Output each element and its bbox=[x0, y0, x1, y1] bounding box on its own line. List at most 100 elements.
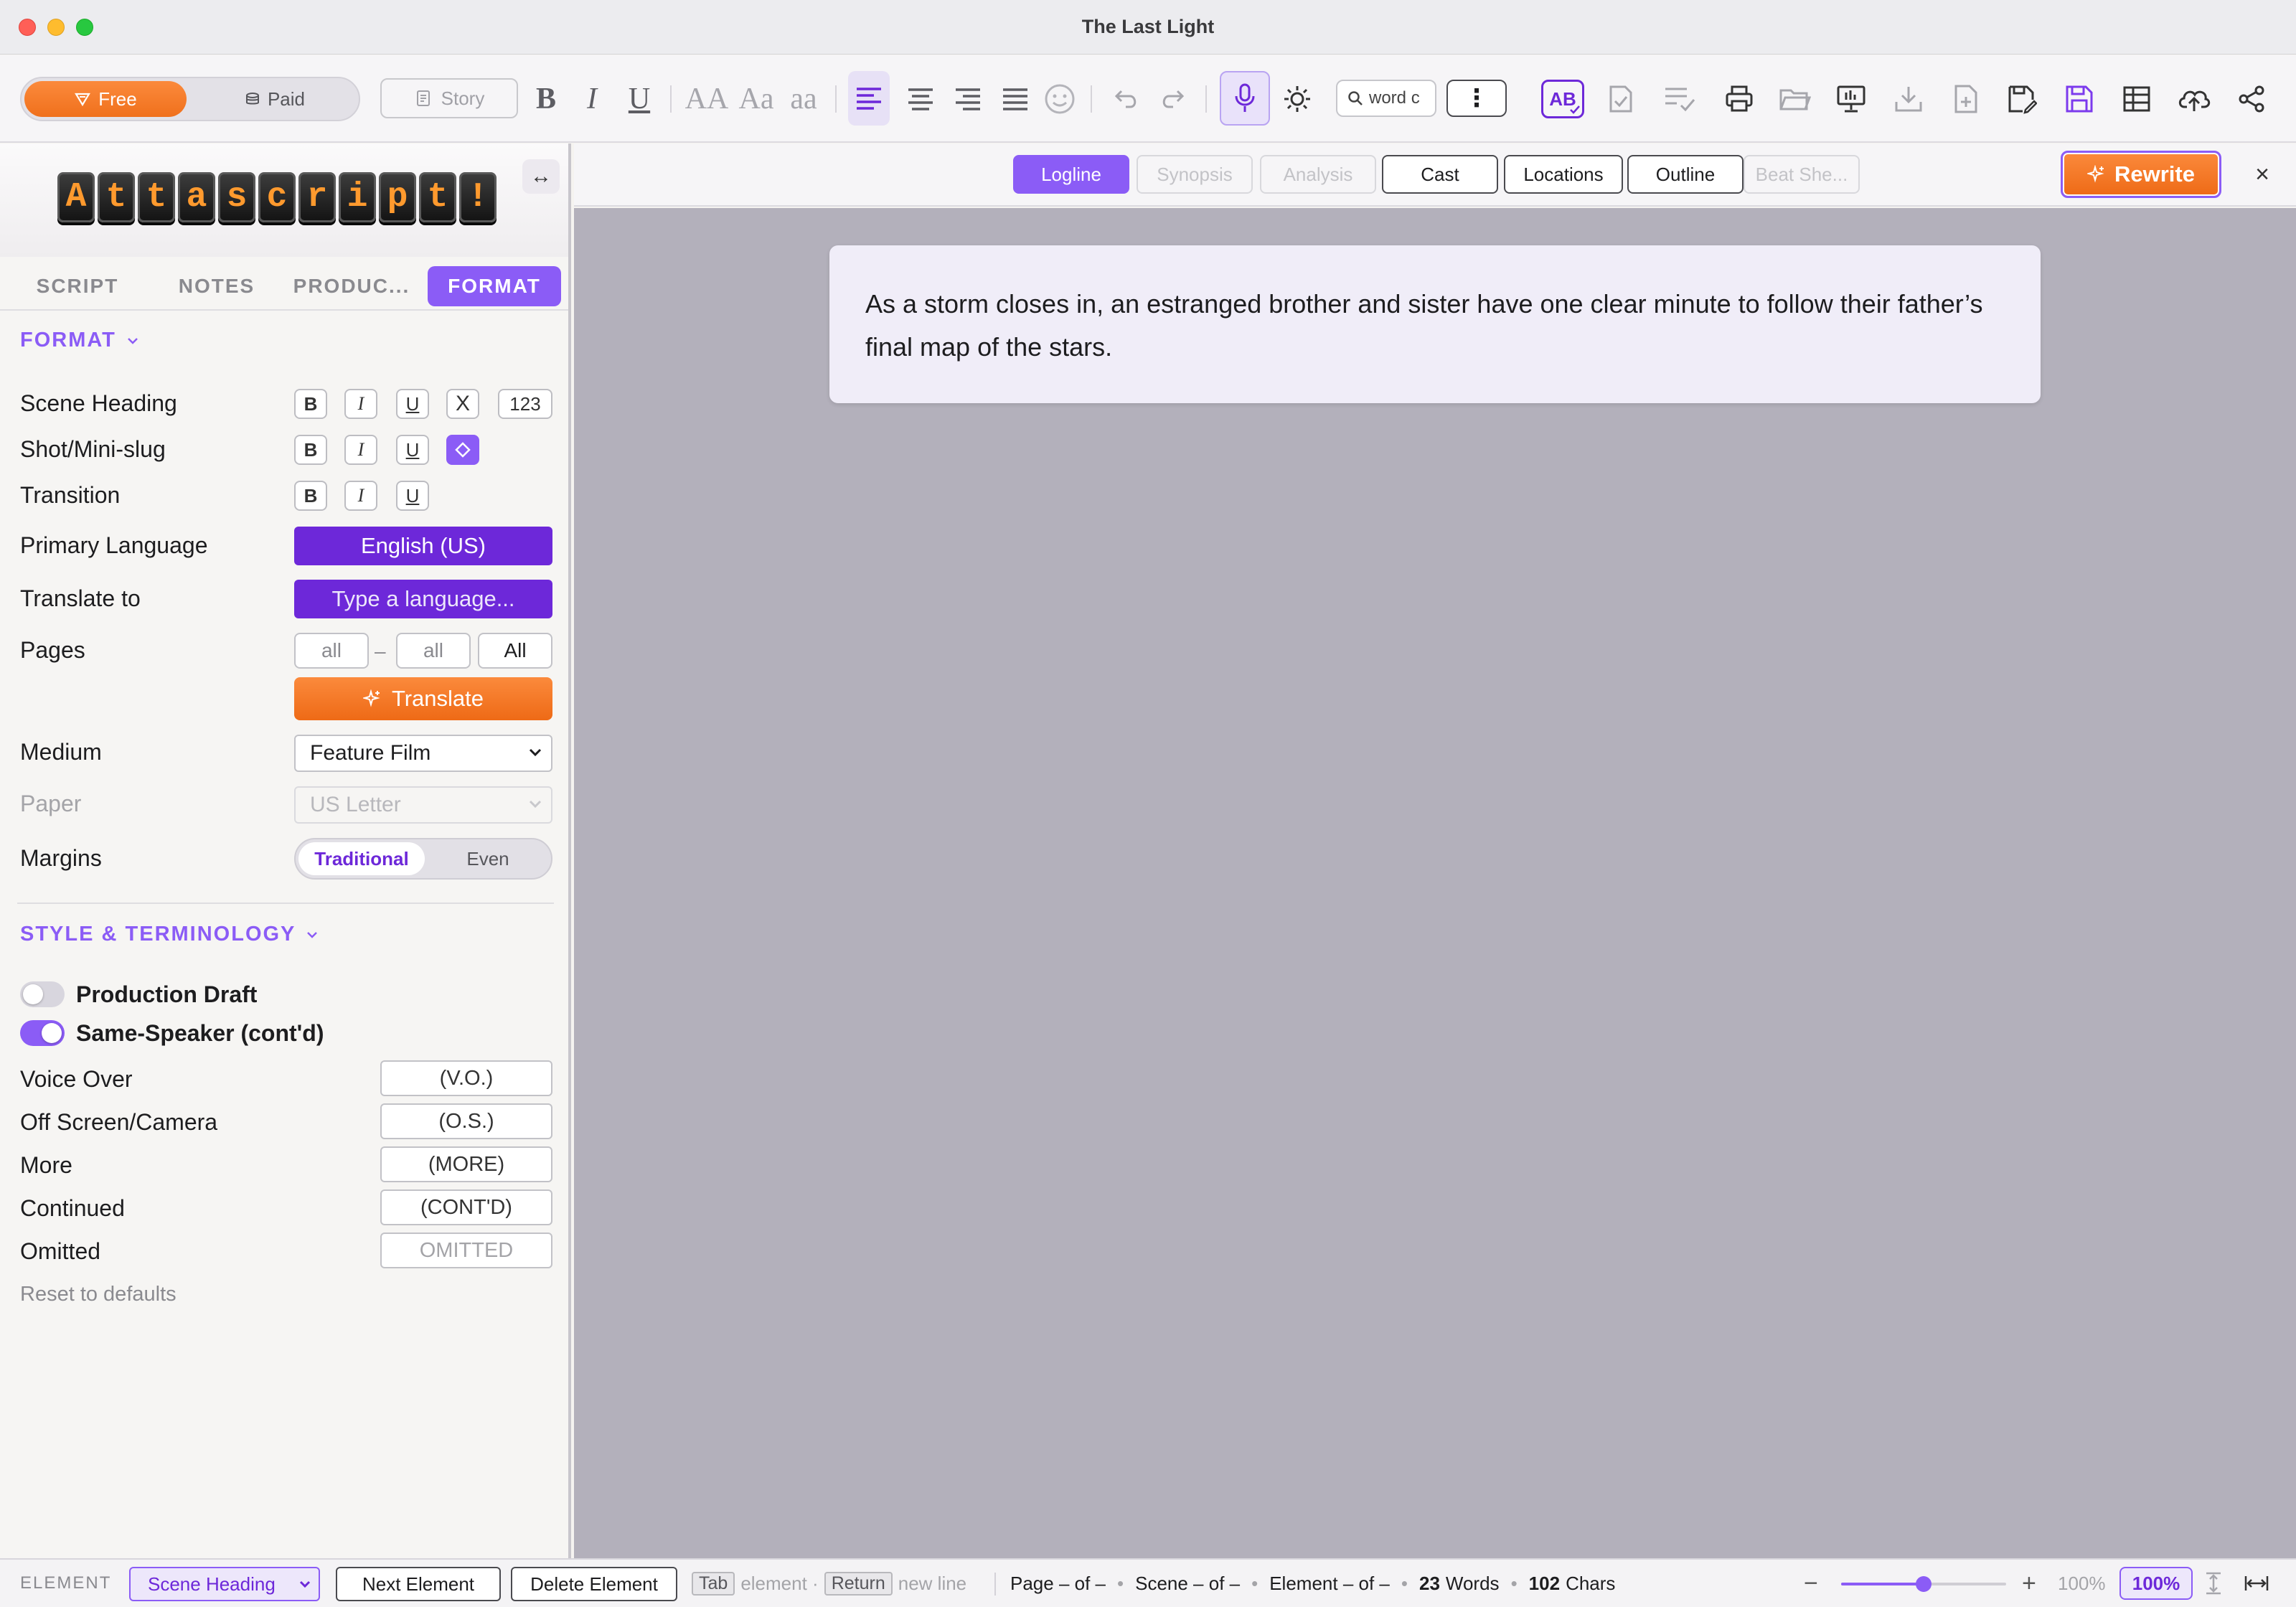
same-speaker-toggle[interactable] bbox=[20, 1020, 65, 1046]
plan-paid-button[interactable]: Paid bbox=[194, 81, 356, 117]
app-logo: At t a s c r i p t! bbox=[57, 172, 497, 222]
omitted-input[interactable]: OMITTED bbox=[380, 1233, 552, 1268]
transition-italic-button[interactable]: I bbox=[344, 481, 377, 511]
story-tab-locations[interactable]: Locations bbox=[1504, 155, 1623, 194]
redo-button[interactable] bbox=[1154, 55, 1190, 143]
paper-select[interactable]: US Letter bbox=[294, 786, 552, 824]
cloud-upload-icon bbox=[2178, 85, 2211, 113]
new-file-button[interactable] bbox=[1946, 55, 1986, 143]
transition-bold-button[interactable]: B bbox=[294, 481, 327, 511]
close-story-panel-button[interactable]: × bbox=[2246, 158, 2279, 191]
logo-area: At t a s c r i p t! ↔ bbox=[0, 143, 568, 257]
margins-toggle[interactable]: Traditional Even bbox=[294, 838, 552, 880]
search-input[interactable] bbox=[1369, 88, 1431, 108]
voice-over-input[interactable]: (V.O.) bbox=[380, 1060, 552, 1096]
fit-height-button[interactable] bbox=[2204, 1560, 2223, 1607]
emoji-button[interactable] bbox=[1042, 55, 1078, 143]
save-button[interactable] bbox=[2059, 55, 2099, 143]
table-button[interactable] bbox=[2117, 55, 2157, 143]
justify-button[interactable] bbox=[994, 55, 1036, 143]
continued-input[interactable]: (CONT'D) bbox=[380, 1189, 552, 1225]
shot-italic-button[interactable]: I bbox=[344, 435, 377, 465]
production-draft-toggle[interactable] bbox=[20, 981, 65, 1007]
delete-element-button[interactable]: Delete Element bbox=[511, 1567, 677, 1601]
story-tab-beat-she[interactable]: Beat She... bbox=[1744, 155, 1860, 194]
pages-to-input[interactable]: all bbox=[396, 633, 471, 669]
underline-button[interactable]: U bbox=[620, 55, 659, 143]
more-options-button[interactable]: ⋮ bbox=[1446, 80, 1507, 117]
scene-heading-underline-button[interactable]: U bbox=[396, 389, 429, 419]
more-input[interactable]: (MORE) bbox=[380, 1146, 552, 1182]
scene-heading-bold-button[interactable]: B bbox=[294, 389, 327, 419]
italic-glyph: I bbox=[587, 83, 597, 116]
scene-heading-italic-button[interactable]: I bbox=[344, 389, 377, 419]
omitted-label: Omitted bbox=[20, 1238, 101, 1264]
tab-notes[interactable]: NOTES bbox=[158, 266, 276, 306]
search-box[interactable] bbox=[1336, 80, 1436, 117]
shot-style-button[interactable] bbox=[446, 435, 479, 465]
align-left-button[interactable] bbox=[848, 71, 890, 126]
margins-traditional-option[interactable]: Traditional bbox=[298, 842, 425, 875]
logline-text[interactable]: As a storm closes in, an estranged broth… bbox=[829, 245, 2041, 403]
tab-production[interactable]: PRODUC... bbox=[288, 266, 415, 306]
translate-to-input[interactable]: Type a language... bbox=[294, 580, 552, 618]
next-element-button[interactable]: Next Element bbox=[336, 1567, 501, 1601]
format-section-header[interactable]: FORMAT bbox=[20, 329, 139, 352]
tab-script[interactable]: SCRIPT bbox=[20, 266, 135, 306]
zoom-slider-handle[interactable] bbox=[1916, 1576, 1932, 1592]
zoom-out-button[interactable]: − bbox=[1804, 1560, 1818, 1607]
save-as-button[interactable] bbox=[2002, 55, 2042, 143]
medium-select[interactable]: Feature Film bbox=[294, 735, 552, 772]
lowercase-button[interactable]: aa bbox=[781, 55, 827, 143]
tab-format[interactable]: FORMAT bbox=[428, 266, 561, 306]
import-button[interactable] bbox=[1888, 55, 1929, 143]
folder-icon bbox=[1779, 86, 1811, 112]
italic-button[interactable]: I bbox=[573, 55, 611, 143]
review-button[interactable] bbox=[1601, 55, 1640, 143]
present-button[interactable] bbox=[1831, 55, 1871, 143]
share-button[interactable] bbox=[2231, 55, 2272, 143]
story-tab-cast[interactable]: Cast bbox=[1382, 155, 1498, 194]
scene-numbers-button[interactable]: 123 bbox=[498, 389, 552, 419]
pages-from-input[interactable]: all bbox=[294, 633, 369, 669]
pages-all-button[interactable]: All bbox=[478, 633, 552, 669]
expand-panel-button[interactable]: ↔ bbox=[522, 159, 560, 194]
off-screen-input[interactable]: (O.S.) bbox=[380, 1103, 552, 1139]
uppercase-glyph: AA bbox=[684, 83, 729, 116]
zoom-slider[interactable] bbox=[1841, 1576, 2006, 1592]
primary-language-select[interactable]: English (US) bbox=[294, 527, 552, 565]
story-tab-outline[interactable]: Outline bbox=[1627, 155, 1744, 194]
margins-even-option[interactable]: Even bbox=[426, 842, 550, 875]
cloud-upload-button[interactable] bbox=[2174, 55, 2214, 143]
checklist-button[interactable] bbox=[1660, 55, 1700, 143]
fit-width-button[interactable] bbox=[2244, 1560, 2269, 1607]
align-right-button[interactable] bbox=[947, 55, 989, 143]
zoom-input[interactable]: 100% bbox=[2119, 1567, 2193, 1600]
story-button[interactable]: Story bbox=[380, 78, 518, 118]
rewrite-button[interactable]: Rewrite bbox=[2061, 151, 2221, 198]
shot-underline-button[interactable]: U bbox=[396, 435, 429, 465]
print-button[interactable] bbox=[1719, 55, 1759, 143]
titlecase-button[interactable]: Aa bbox=[733, 55, 779, 143]
story-tab-synopsis[interactable]: Synopsis bbox=[1137, 155, 1253, 194]
element-type-select[interactable]: Scene Heading bbox=[129, 1567, 320, 1601]
uppercase-button[interactable]: AA bbox=[682, 55, 732, 143]
open-file-button[interactable] bbox=[1775, 55, 1815, 143]
zoom-in-button[interactable]: + bbox=[2022, 1560, 2036, 1607]
scene-heading-clear-button[interactable]: X bbox=[446, 389, 479, 419]
bold-button[interactable]: B bbox=[527, 55, 565, 143]
undo-button[interactable] bbox=[1109, 55, 1145, 143]
align-center-button[interactable] bbox=[900, 55, 941, 143]
spellcheck-button[interactable]: AB bbox=[1540, 75, 1586, 123]
dictation-button[interactable] bbox=[1220, 71, 1270, 126]
theme-button[interactable] bbox=[1279, 55, 1316, 143]
story-tab-logline[interactable]: Logline bbox=[1013, 155, 1129, 194]
plan-free-button[interactable]: Free bbox=[24, 81, 187, 117]
plan-toggle[interactable]: Free Paid bbox=[20, 77, 360, 121]
reset-defaults-link[interactable]: Reset to defaults bbox=[20, 1283, 177, 1306]
transition-underline-button[interactable]: U bbox=[396, 481, 429, 511]
style-section-header[interactable]: STYLE & TERMINOLOGY bbox=[20, 923, 319, 946]
shot-bold-button[interactable]: B bbox=[294, 435, 327, 465]
translate-button[interactable]: Translate bbox=[294, 677, 552, 720]
story-tab-analysis[interactable]: Analysis bbox=[1260, 155, 1376, 194]
